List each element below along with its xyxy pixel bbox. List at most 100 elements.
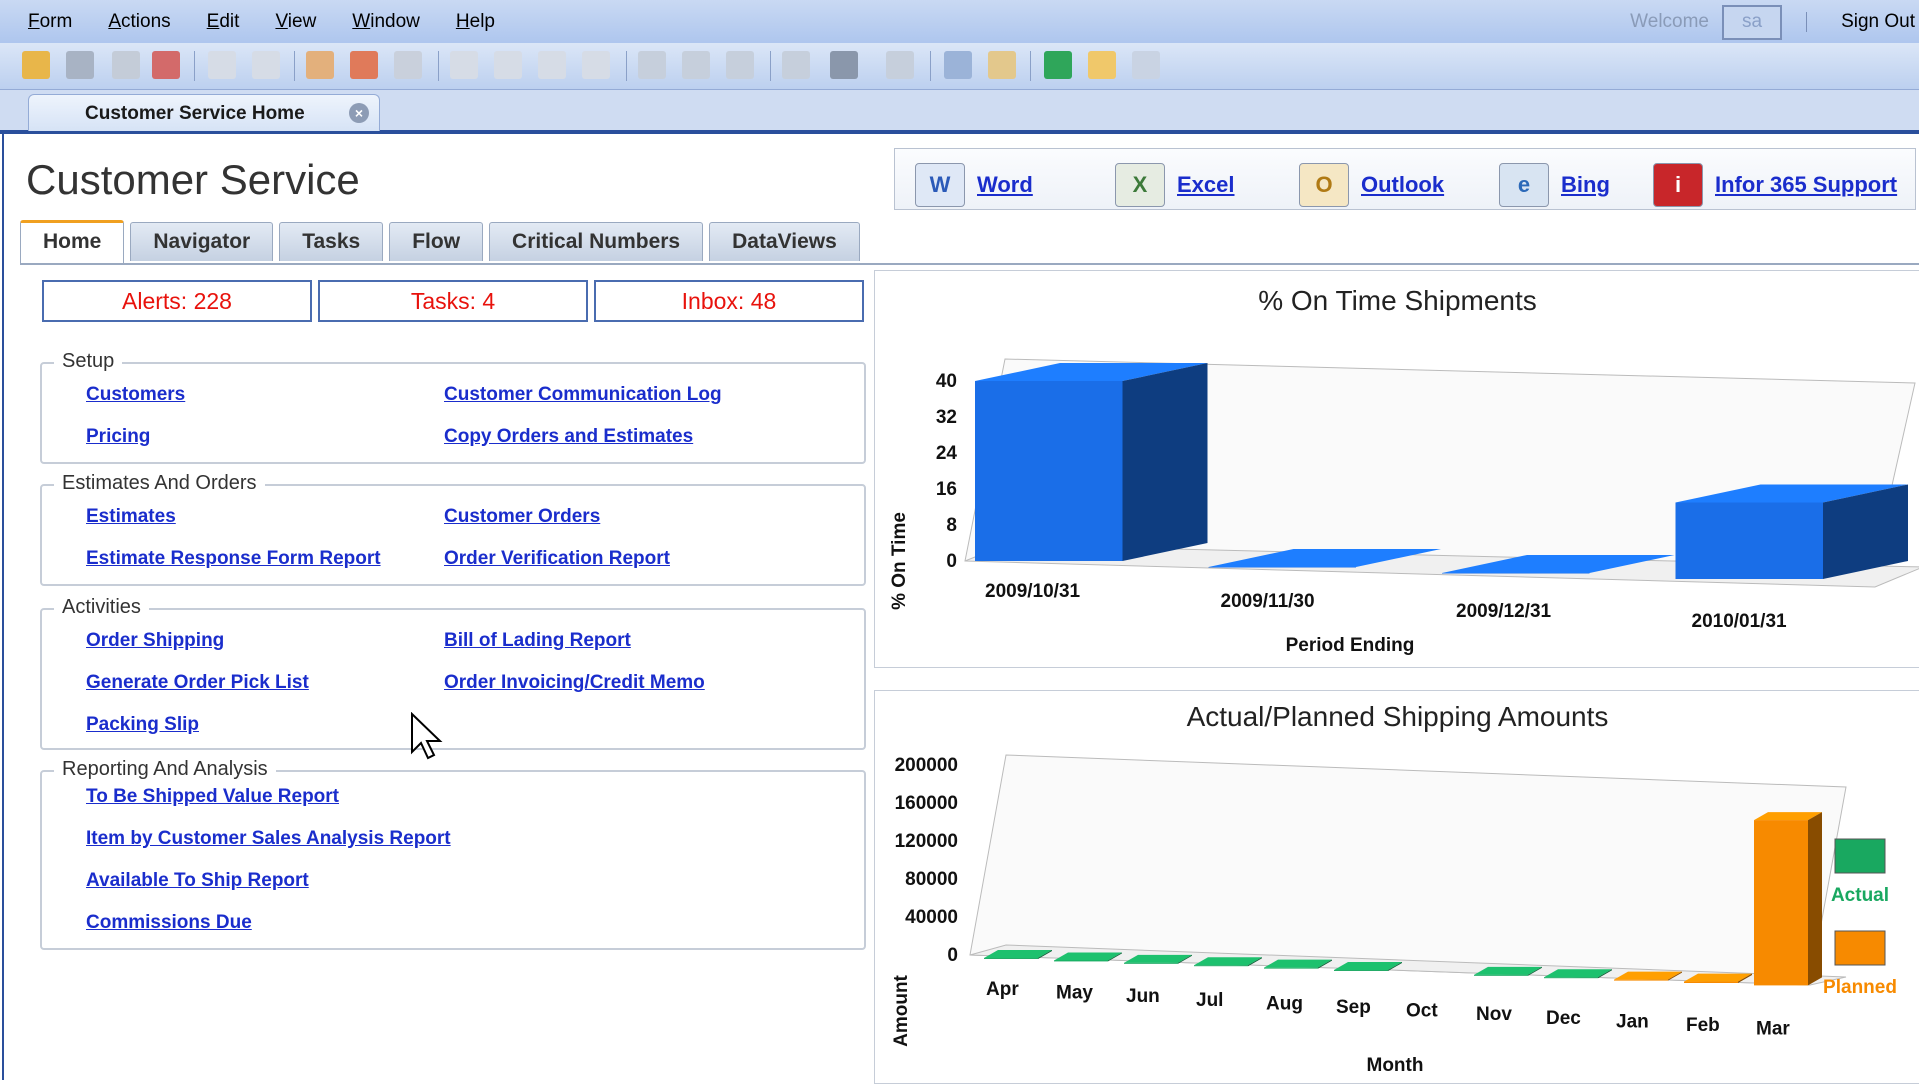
save-icon[interactable] xyxy=(66,51,94,79)
estimates-link[interactable]: Estimates xyxy=(86,506,176,528)
document-tab[interactable]: Customer Service Home × xyxy=(28,94,380,131)
chart2-x-tick-label: Apr xyxy=(986,979,1019,1000)
menu-edit[interactable]: Edit xyxy=(207,11,240,33)
customers-link[interactable]: Customers xyxy=(86,384,185,406)
tasks-button[interactable]: Tasks: 4 xyxy=(318,280,588,322)
generate-order-pick-list-link[interactable]: Generate Order Pick List xyxy=(86,672,309,694)
chart2-x-tick-label: Jun xyxy=(1126,986,1160,1007)
chart2-y-tick-label: 80000 xyxy=(905,869,958,890)
page-title: Customer Service xyxy=(26,156,360,203)
chart2-x-tick-label: Sep xyxy=(1336,997,1371,1018)
filter-form-icon[interactable] xyxy=(682,51,710,79)
menu-form[interactable]: Form xyxy=(28,11,72,33)
tab-home[interactable]: Home xyxy=(20,220,125,263)
item-by-customer-sales-analysis-report-link[interactable]: Item by Customer Sales Analysis Report xyxy=(86,828,451,850)
close-form-icon[interactable] xyxy=(152,51,180,79)
new-window-icon[interactable] xyxy=(112,51,140,79)
chart2-y-tick-label: 200000 xyxy=(895,755,958,776)
menu-view[interactable]: View xyxy=(275,11,316,33)
chart2-bar-actual xyxy=(984,958,1038,959)
chart2-x-tick-label: Feb xyxy=(1686,1015,1720,1036)
table-icon[interactable] xyxy=(1132,51,1160,79)
chart1-y-tick-label: 0 xyxy=(946,551,957,572)
chart1-y-axis-label: % On Time xyxy=(889,512,910,610)
estimate-response-form-report-link[interactable]: Estimate Response Form Report xyxy=(86,548,381,570)
grid-view-icon[interactable] xyxy=(726,51,754,79)
excel-icon: X xyxy=(1115,163,1165,207)
folder-export-icon[interactable] xyxy=(988,51,1016,79)
chart2-y-tick-label: 40000 xyxy=(905,907,958,928)
customer-communication-log-link[interactable]: Customer Communication Log xyxy=(444,384,722,406)
order-shipping-link[interactable]: Order Shipping xyxy=(86,630,224,652)
chart2-x-tick-label: Jan xyxy=(1616,1011,1649,1032)
menu-window[interactable]: Window xyxy=(352,11,420,33)
word-link-label: Word xyxy=(977,172,1033,197)
chart1-bar xyxy=(975,381,1123,561)
packing-slip-link[interactable]: Packing Slip xyxy=(86,714,199,736)
notes-icon[interactable] xyxy=(782,51,810,79)
to-be-shipped-value-report-link[interactable]: To Be Shipped Value Report xyxy=(86,786,339,808)
chart2-y-tick-label: 0 xyxy=(947,945,958,966)
chart2-bar-planned-side xyxy=(1808,812,1822,986)
chart2-x-tick-label: Nov xyxy=(1476,1004,1512,1025)
tab-flow[interactable]: Flow xyxy=(389,222,484,261)
excel-link-label: Excel xyxy=(1177,172,1235,197)
customer-orders-link[interactable]: Customer Orders xyxy=(444,506,600,528)
chart2-bar-actual xyxy=(1544,977,1598,979)
outlook-link[interactable]: O Outlook xyxy=(1299,163,1444,207)
menu-actions[interactable]: Actions xyxy=(108,11,170,33)
refresh-all-icon[interactable] xyxy=(350,51,378,79)
setup-group: Setup Customers Customer Communication L… xyxy=(40,350,866,464)
tab-critical-numbers[interactable]: Critical Numbers xyxy=(489,222,704,261)
open-folder-icon[interactable] xyxy=(22,51,50,79)
next-record-icon[interactable] xyxy=(538,51,566,79)
close-icon[interactable]: × xyxy=(349,103,369,123)
available-to-ship-report-link[interactable]: Available To Ship Report xyxy=(86,870,309,892)
pricing-link[interactable]: Pricing xyxy=(86,426,150,448)
order-verification-report-link[interactable]: Order Verification Report xyxy=(444,548,670,570)
tab-dataviews[interactable]: DataViews xyxy=(709,222,860,261)
word-link[interactable]: W Word xyxy=(915,163,1033,207)
estimates-orders-group: Estimates And Orders Estimates Customer … xyxy=(40,472,866,586)
toolbar-separator xyxy=(294,51,295,81)
search-icon[interactable] xyxy=(394,51,422,79)
email-icon[interactable] xyxy=(1088,51,1116,79)
bing-link[interactable]: e Bing xyxy=(1499,163,1610,207)
tab-tasks[interactable]: Tasks xyxy=(279,222,384,261)
commissions-due-link[interactable]: Commissions Due xyxy=(86,912,252,934)
chart2-bar-actual xyxy=(1334,970,1388,971)
tree-view-icon[interactable] xyxy=(944,51,972,79)
alerts-button[interactable]: Alerts: 228 xyxy=(42,280,312,322)
order-invoicing-credit-memo-link[interactable]: Order Invoicing/Credit Memo xyxy=(444,672,705,694)
form-content: Customer Service W Word X Excel O Outloo… xyxy=(2,134,1919,1084)
bill-of-lading-report-link[interactable]: Bill of Lading Report xyxy=(444,630,631,652)
copy-orders-link[interactable]: Copy Orders and Estimates xyxy=(444,426,693,448)
reporting-analysis-group: Reporting And Analysis To Be Shipped Val… xyxy=(40,758,866,950)
tab-navigator[interactable]: Navigator xyxy=(130,222,274,261)
refresh-icon[interactable] xyxy=(306,51,334,79)
chart1-x-tick-label: 2009/11/30 xyxy=(1221,591,1315,612)
first-record-icon[interactable] xyxy=(450,51,478,79)
activities-group-title: Activities xyxy=(54,596,149,619)
chart2-bar-actual xyxy=(1124,962,1178,964)
infor-support-link[interactable]: i Infor 365 Support xyxy=(1653,163,1897,207)
inbox-button[interactable]: Inbox: 48 xyxy=(594,280,864,322)
last-record-icon[interactable] xyxy=(582,51,610,79)
bing-link-label: Bing xyxy=(1561,172,1610,197)
filter-icon[interactable] xyxy=(638,51,666,79)
legend-swatch-planned xyxy=(1834,930,1886,966)
chart2-bar-actual xyxy=(1194,965,1248,967)
find-icon[interactable] xyxy=(830,51,858,79)
sign-out-link[interactable]: Sign Out xyxy=(1841,11,1915,33)
legend-label-planned: Planned xyxy=(1823,977,1897,998)
attachment-icon[interactable] xyxy=(1044,51,1072,79)
menu-help[interactable]: Help xyxy=(456,11,495,33)
chart1-y-tick-label: 8 xyxy=(946,515,957,536)
outlook-link-label: Outlook xyxy=(1361,172,1445,197)
on-time-shipments-chart: 0 8 16 24 32 40 % On Time 2009/10/31 2009/11/30 2… xyxy=(889,358,1919,656)
print-preview-icon[interactable] xyxy=(886,51,914,79)
copy-icon[interactable] xyxy=(208,51,236,79)
previous-record-icon[interactable] xyxy=(494,51,522,79)
delete-icon[interactable] xyxy=(252,51,280,79)
excel-link[interactable]: X Excel xyxy=(1115,163,1235,207)
